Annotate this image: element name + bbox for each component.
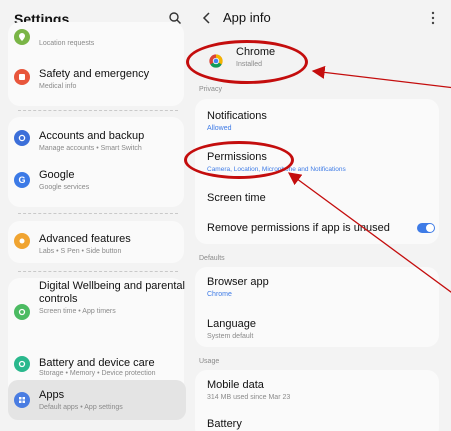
app-info-panel: App info Chrome Installed Privacy Notifi… [187, 0, 451, 431]
alert-icon [14, 69, 30, 85]
settings-item-accounts-subtitle: Manage accounts • Smart Switch [39, 145, 142, 152]
language-label: Language [207, 318, 256, 330]
settings-item-location-subtitle: Location requests [39, 40, 95, 47]
app-name: Chrome [236, 46, 276, 58]
battery-label: Battery [207, 418, 242, 430]
more-options-icon[interactable] [431, 11, 435, 25]
browser-app-value: Chrome [207, 291, 232, 298]
mobile-data-label: Mobile data [207, 379, 264, 391]
remove-permissions-row[interactable]: Remove permissions if app is unused [195, 215, 439, 243]
mobile-data-value: 314 MB used since Mar 23 [207, 394, 291, 401]
settings-item-digital-wellbeing-label-1: Digital Wellbeing and parental [39, 280, 185, 292]
notifications-value: Allowed [207, 125, 232, 132]
defaults-header: Defaults [199, 255, 225, 262]
settings-item-apps[interactable]: Apps Default apps • App settings [8, 380, 186, 420]
settings-item-advanced-label: Advanced features [39, 233, 131, 245]
settings-item-advanced-subtitle: Labs • S Pen • Side button [39, 248, 122, 255]
usage-header: Usage [199, 358, 220, 365]
divider [18, 271, 178, 272]
divider [18, 213, 178, 214]
settings-card-2: Accounts and backup Manage accounts • Sm… [8, 117, 184, 207]
browser-app-label: Browser app [207, 276, 269, 288]
settings-item-digital-wellbeing[interactable]: Digital Wellbeing and parental controls … [8, 278, 185, 328]
permissions-label: Permissions [207, 151, 267, 163]
permissions-value: Camera, Location, Microphone and Notific… [207, 166, 346, 173]
settings-card-1: Location requests Safety and emergency M… [8, 22, 184, 106]
settings-item-safety[interactable]: Safety and emergency Medical info [8, 62, 184, 102]
settings-item-apps-subtitle: Default apps • App settings [39, 404, 123, 411]
settings-item-battery-subtitle: Storage • Memory • Device protection [39, 370, 156, 377]
remove-permissions-label: Remove permissions if app is unused [207, 222, 390, 234]
mobile-data-row[interactable]: Mobile data 314 MB used since Mar 23 [195, 370, 439, 406]
settings-item-battery-label: Battery and device care [39, 357, 155, 369]
settings-item-apps-label: Apps [39, 389, 65, 401]
language-value: System default [207, 333, 254, 340]
language-row[interactable]: Language System default [195, 307, 439, 345]
google-icon: G [14, 172, 30, 188]
settings-item-google-subtitle: Google services [39, 184, 90, 191]
browser-app-row[interactable]: Browser app Chrome [195, 267, 439, 305]
page-title: App info [223, 10, 271, 25]
settings-item-advanced[interactable]: Advanced features Labs • S Pen • Side bu… [8, 222, 184, 262]
settings-item-google[interactable]: G Google Google services [8, 164, 184, 204]
settings-item-google-label: Google [39, 169, 75, 181]
screen-time-row[interactable]: Screen time [195, 183, 439, 211]
settings-card-3: Advanced features Labs • S Pen • Side bu… [8, 221, 184, 263]
notifications-label: Notifications [207, 110, 267, 122]
settings-item-digital-wellbeing-label-2: controls [39, 293, 78, 305]
settings-item-accounts-label: Accounts and backup [39, 130, 145, 142]
settings-item-battery[interactable]: Battery and device care Storage • Memory… [8, 331, 184, 377]
privacy-card: Notifications Allowed Permissions Camera… [195, 99, 439, 244]
privacy-header: Privacy [199, 86, 222, 93]
defaults-card: Browser app Chrome Language System defau… [195, 267, 439, 347]
notifications-row[interactable]: Notifications Allowed [195, 99, 439, 139]
sync-icon [14, 130, 30, 146]
settings-item-location[interactable]: Location requests [8, 22, 184, 62]
settings-item-safety-subtitle: Medical info [39, 83, 77, 90]
divider [18, 110, 178, 111]
app-header: Chrome Installed [195, 40, 439, 82]
wellbeing-icon [14, 304, 30, 320]
app-status: Installed [236, 61, 263, 68]
back-icon[interactable] [201, 11, 213, 25]
usage-card: Mobile data 314 MB used since Mar 23 Bat… [195, 370, 439, 431]
location-icon [14, 29, 30, 45]
chrome-icon [209, 54, 223, 68]
battery-care-icon [14, 356, 30, 372]
settings-panel: Settings Location requests Safety and em… [0, 0, 187, 431]
permissions-row[interactable]: Permissions Camera, Location, Microphone… [195, 143, 439, 179]
battery-row[interactable]: Battery [195, 410, 439, 431]
settings-item-safety-label: Safety and emergency [39, 68, 150, 80]
screenshot: Settings Location requests Safety and em… [0, 0, 451, 431]
settings-item-digital-wellbeing-subtitle: Screen time • App timers [39, 308, 116, 315]
apps-icon [14, 392, 30, 408]
star-icon [14, 233, 30, 249]
toggle-knob [426, 224, 434, 232]
remove-permissions-toggle[interactable] [417, 223, 435, 233]
screen-time-label: Screen time [207, 192, 266, 204]
settings-item-accounts[interactable]: Accounts and backup Manage accounts • Sm… [8, 124, 184, 164]
